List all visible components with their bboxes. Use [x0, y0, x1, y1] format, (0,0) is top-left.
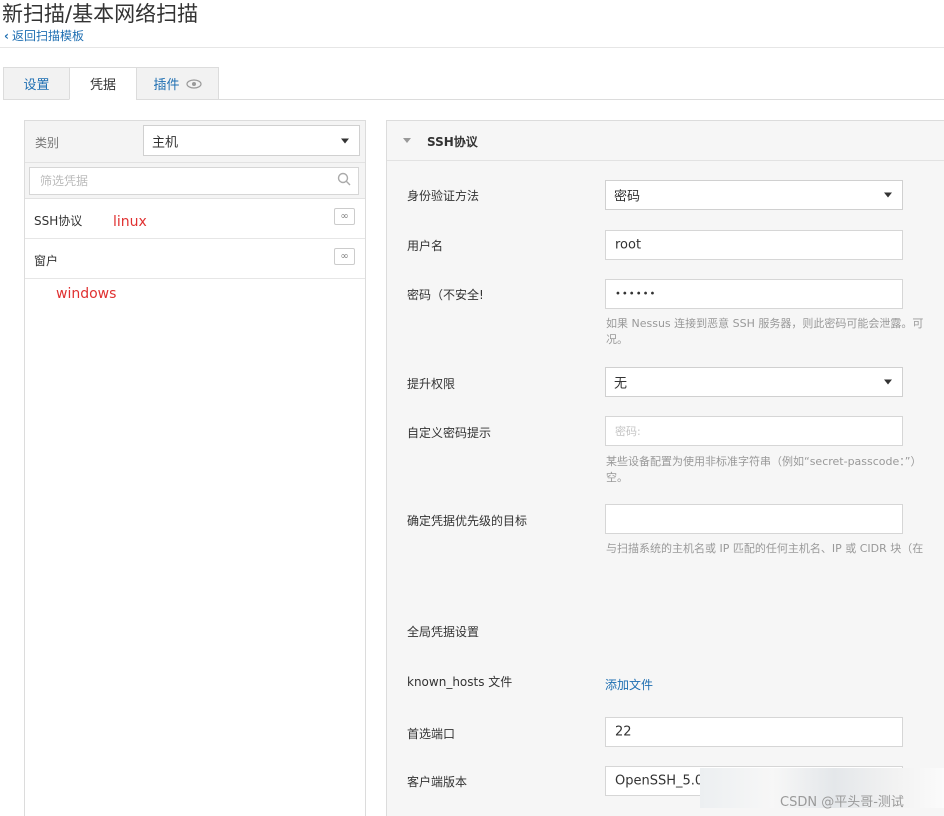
tab-credentials-label: 凭据	[89, 78, 116, 93]
credential-list-panel: 类别 主机 筛选凭据 SSH协议 ∞ 窗户 ∞	[24, 120, 366, 816]
custom-prompt-placeholder: 密码:	[615, 425, 641, 438]
tab-settings-label: 设置	[23, 78, 50, 93]
category-row: 类别 主机	[25, 121, 365, 163]
tab-settings[interactable]: 设置	[3, 67, 70, 100]
section-title: SSH协议	[427, 135, 478, 149]
filter-credentials-input[interactable]: 筛选凭据	[29, 167, 359, 195]
known-hosts-label: known_hosts 文件	[407, 675, 513, 689]
password-input[interactable]: ••••••	[605, 279, 903, 309]
tab-credentials[interactable]: 凭据	[69, 67, 137, 100]
credential-item-ssh[interactable]: SSH协议 ∞	[25, 199, 365, 239]
credential-item-label: 窗户	[34, 254, 59, 268]
collapse-caret-icon[interactable]	[403, 138, 411, 143]
filter-row: 筛选凭据	[25, 163, 365, 199]
auth-method-label: 身份验证方法	[407, 189, 480, 203]
custom-prompt-help-line2: 空。	[606, 471, 628, 484]
watermark: CSDN @平头哥-测试	[780, 795, 904, 810]
category-label: 类别	[35, 136, 60, 150]
tab-bar-baseline	[216, 99, 944, 100]
annotation-linux: linux	[113, 214, 147, 230]
infinity-icon[interactable]: ∞	[334, 208, 355, 225]
password-help: 如果 Nessus 连接到恶意 SSH 服务器，则此密码可能会泄露。可 况。	[606, 316, 923, 348]
password-help-line2: 况。	[606, 333, 628, 346]
caret-down-icon	[341, 138, 349, 143]
custom-prompt-help-line1: 某些设备配置为使用非标准字符串（例如“secret-passcode：”）	[606, 455, 922, 468]
section-header-ssh[interactable]: SSH协议	[387, 121, 944, 161]
preferred-port-input[interactable]: 22	[605, 717, 903, 747]
annotation-windows: windows	[56, 286, 117, 302]
search-icon[interactable]	[337, 172, 351, 186]
add-file-link[interactable]: 添加文件	[605, 676, 653, 693]
eye-icon	[185, 78, 202, 89]
priority-targets-help: 与扫描系统的主机名或 IP 匹配的任何主机名、IP 或 CIDR 块（在	[606, 542, 924, 555]
client-version-label: 客户端版本	[407, 775, 468, 789]
global-settings-label: 全局凭据设置	[407, 625, 480, 639]
username-input[interactable]: root	[605, 230, 903, 260]
client-version-value: OpenSSH_5.0	[615, 773, 704, 789]
category-select-value: 主机	[152, 135, 179, 150]
auth-method-select[interactable]: 密码	[605, 180, 903, 210]
caret-down-icon	[884, 192, 892, 198]
category-select[interactable]: 主机	[143, 125, 360, 156]
password-help-line1: 如果 Nessus 连接到恶意 SSH 服务器，则此密码可能会泄露。可	[606, 317, 924, 330]
tab-bar: 设置 凭据 插件	[3, 67, 219, 100]
username-label: 用户名	[407, 239, 444, 253]
elevate-privileges-select[interactable]: 无	[605, 367, 903, 397]
priority-targets-input[interactable]	[605, 504, 903, 534]
infinity-icon[interactable]: ∞	[334, 248, 355, 265]
chevron-left-icon: ‹	[4, 28, 9, 43]
password-value: ••••••	[615, 288, 657, 300]
page-title: 新扫描/基本网络扫描	[2, 2, 199, 26]
tab-plugins-label: 插件	[153, 78, 180, 93]
back-link-label: 返回扫描模板	[11, 29, 84, 43]
header-divider	[0, 47, 944, 48]
credential-item-windows[interactable]: 窗户 ∞	[25, 239, 365, 279]
priority-targets-label: 确定凭据优先级的目标	[407, 514, 528, 528]
back-to-templates-link[interactable]: ‹ 返回扫描模板	[4, 27, 84, 44]
tab-plugins[interactable]: 插件	[136, 67, 219, 100]
credential-item-label: SSH协议	[34, 214, 83, 228]
preferred-port-label: 首选端口	[407, 727, 456, 741]
password-label: 密码（不安全!	[407, 288, 484, 302]
custom-prompt-input[interactable]: 密码:	[605, 416, 903, 446]
custom-prompt-label: 自定义密码提示	[407, 426, 492, 440]
auth-method-value: 密码	[614, 189, 641, 205]
elevate-privileges-label: 提升权限	[407, 377, 456, 391]
caret-down-icon	[884, 379, 892, 385]
preferred-port-value: 22	[615, 724, 632, 740]
custom-prompt-help: 某些设备配置为使用非标准字符串（例如“secret-passcode：”） 空。	[606, 454, 922, 486]
filter-placeholder: 筛选凭据	[40, 174, 89, 188]
elevate-privileges-value: 无	[614, 376, 628, 392]
username-value: root	[615, 237, 642, 253]
